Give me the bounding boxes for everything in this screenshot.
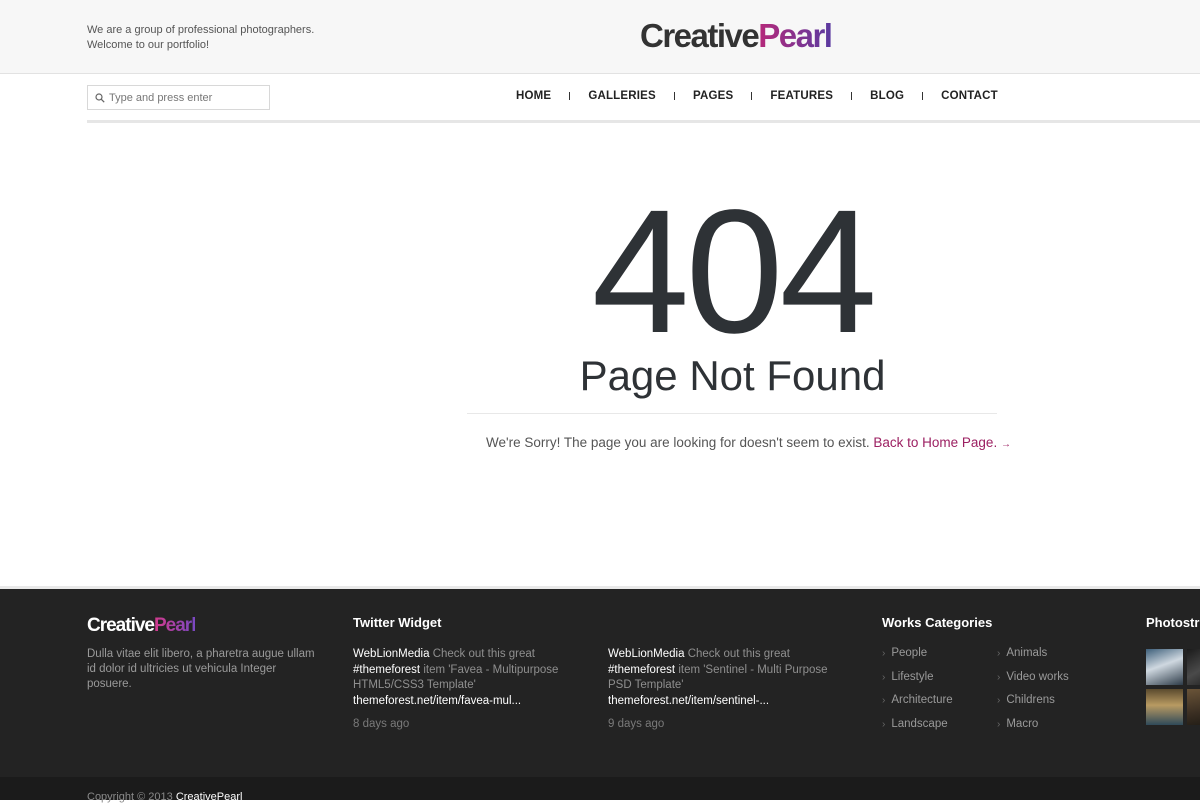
- nav-contact[interactable]: CONTACT: [941, 90, 998, 102]
- category-people[interactable]: › People: [882, 645, 953, 669]
- nav-home[interactable]: HOME: [516, 90, 551, 102]
- category-label: Video works: [1006, 670, 1069, 683]
- category-macro[interactable]: › Macro: [997, 716, 1069, 740]
- tweet-link[interactable]: themeforest.net/item/sentinel-...: [608, 695, 769, 707]
- nav-separator: [851, 92, 853, 100]
- logo-text-creative: Creative: [640, 17, 760, 54]
- nav-pages[interactable]: PAGES: [693, 90, 733, 102]
- tweet-hashtag[interactable]: #themeforest: [353, 664, 420, 676]
- tweet-time: 8 days ago: [353, 718, 410, 730]
- nav-separator: [569, 92, 571, 100]
- copyright-bar: Copyright © 2013 CreativePearl: [0, 777, 1200, 803]
- tagline-line-1: We are a group of professional photograp…: [87, 24, 315, 36]
- category-label: People: [891, 647, 928, 659]
- category-landscape[interactable]: › Landscape: [882, 716, 953, 740]
- chevron-right-icon: ›: [997, 695, 1001, 706]
- categories-list-1: › People › Lifestyle › Architecture › Landsc…: [882, 645, 953, 739]
- copyright-prefix: Copyright © 2013: [87, 791, 176, 803]
- tweet-user[interactable]: WebLionMedia: [353, 648, 430, 660]
- photo-thumbnail[interactable]: [1146, 689, 1183, 725]
- error-title: Page Not Found: [579, 352, 886, 399]
- chevron-right-icon: ›: [997, 718, 1001, 730]
- photo-thumbnail[interactable]: [1187, 689, 1200, 725]
- error-divider: [467, 413, 997, 414]
- categories-list-2: › Animals › Video works › Childrens › Macro: [997, 645, 1069, 739]
- footer-about-text: Dulla vitae elit libero, a pharetra augu…: [87, 648, 315, 690]
- tweet-hashtag[interactable]: #themeforest: [608, 664, 675, 676]
- tweet-text: Check out this great: [684, 648, 790, 660]
- footer-logo-creative: Creative: [87, 615, 155, 636]
- photostream-grid: [1146, 649, 1200, 739]
- nav-divider: [87, 120, 1200, 123]
- category-label: Animals: [1006, 647, 1048, 659]
- back-home-link-text: Back to Home Page.: [873, 435, 998, 450]
- category-label: Landscape: [891, 717, 948, 730]
- copyright-text: Copyright © 2013 CreativePearl: [87, 791, 242, 803]
- works-categories-title: Works Categories: [882, 615, 993, 630]
- search-box[interactable]: [87, 85, 270, 110]
- arrow-right-icon: →: [1000, 439, 1011, 450]
- logo-text-pearl: Pearl: [758, 17, 833, 54]
- tweet-item: WebLionMedia Check out this great #theme…: [608, 647, 843, 733]
- error-message: We're Sorry! The page you are looking fo…: [486, 435, 1011, 450]
- tweet-link[interactable]: themeforest.net/item/favea-mul...: [353, 695, 521, 707]
- chevron-right-icon: ›: [882, 648, 886, 659]
- category-label: Architecture: [891, 694, 953, 706]
- footer-logo[interactable]: CreativePearl: [87, 615, 196, 637]
- category-video-works[interactable]: › Video works: [997, 669, 1069, 693]
- nav-features[interactable]: FEATURES: [770, 90, 833, 102]
- tweet-user[interactable]: WebLionMedia: [608, 648, 685, 660]
- category-animals[interactable]: › Animals: [997, 645, 1069, 669]
- photo-thumbnail[interactable]: [1146, 649, 1183, 685]
- chevron-right-icon: ›: [882, 671, 886, 683]
- site-logo[interactable]: CreativePearl: [640, 17, 833, 55]
- nav-separator: [922, 92, 924, 100]
- navigation-row: HOME GALLERIES PAGES FEATURES BLOG CONTA…: [0, 74, 1200, 122]
- nav-separator: [673, 92, 675, 100]
- twitter-widget-title: Twitter Widget: [353, 615, 442, 630]
- copyright-brand-link[interactable]: CreativePearl: [176, 791, 243, 803]
- chevron-right-icon: ›: [882, 718, 886, 730]
- photostream-title: Photostream: [1146, 615, 1200, 630]
- main-nav: HOME GALLERIES PAGES FEATURES BLOG CONTA…: [516, 90, 998, 102]
- back-home-link[interactable]: Back to Home Page. →: [873, 435, 1011, 450]
- category-label: Macro: [1006, 717, 1039, 730]
- category-architecture[interactable]: › Architecture: [882, 692, 953, 716]
- tweet-item: WebLionMedia Check out this great #theme…: [353, 647, 588, 733]
- tweet-time: 9 days ago: [608, 718, 665, 730]
- nav-separator: [751, 92, 753, 100]
- error-code: 404: [591, 174, 878, 370]
- tagline: We are a group of professional photograp…: [87, 23, 314, 53]
- chevron-right-icon: ›: [997, 648, 1001, 659]
- category-label: Childrens: [1006, 694, 1055, 706]
- category-childrens[interactable]: › Childrens: [997, 692, 1069, 716]
- nav-blog[interactable]: BLOG: [870, 90, 904, 102]
- tagline-line-2: Welcome to our portfolio!: [87, 39, 210, 51]
- error-message-text: We're Sorry! The page you are looking fo…: [486, 435, 870, 450]
- tweet-text: Check out this great: [429, 648, 535, 660]
- photo-thumbnail[interactable]: [1187, 649, 1200, 685]
- nav-galleries[interactable]: GALLERIES: [588, 90, 656, 102]
- category-label: Lifestyle: [891, 670, 934, 683]
- footer-logo-pearl: Pearl: [154, 615, 196, 636]
- footer: CreativePearl Dulla vitae elit libero, a…: [0, 586, 1200, 777]
- search-icon: [95, 93, 105, 103]
- top-bar: We are a group of professional photograp…: [0, 0, 1200, 74]
- chevron-right-icon: ›: [882, 695, 886, 706]
- search-input[interactable]: [109, 89, 264, 106]
- chevron-right-icon: ›: [997, 671, 1001, 683]
- category-lifestyle[interactable]: › Lifestyle: [882, 669, 953, 693]
